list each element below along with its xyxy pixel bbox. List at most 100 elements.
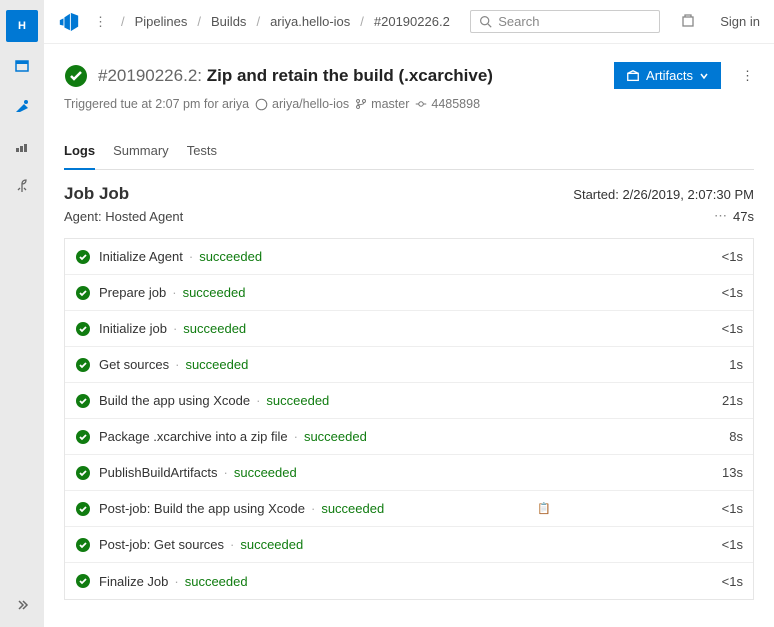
step-status: succeeded <box>321 501 384 516</box>
search-icon <box>479 15 492 28</box>
step-row[interactable]: Build the app using Xcode·succeeded21s <box>65 383 753 419</box>
sidebar-project-avatar[interactable]: H <box>6 10 38 42</box>
build-name: Zip and retain the build (.xcarchive) <box>207 66 493 85</box>
artifacts-button[interactable]: Artifacts <box>614 62 721 89</box>
step-duration: <1s <box>722 321 743 336</box>
step-name: Get sources <box>99 357 169 372</box>
step-row[interactable]: Post-job: Build the app using Xcode·succ… <box>65 491 753 527</box>
breadcrumb-item[interactable]: Pipelines <box>135 14 188 29</box>
build-number: #20190226.2: <box>98 66 202 85</box>
github-icon <box>255 98 268 111</box>
chevron-down-icon <box>699 71 709 81</box>
build-title-bar: #20190226.2: Zip and retain the build (.… <box>64 62 754 89</box>
marketplace-icon[interactable] <box>676 8 700 35</box>
step-row[interactable]: Initialize Agent·succeeded<1s <box>65 239 753 275</box>
sidebar-overview-icon[interactable] <box>6 50 38 82</box>
step-name: Package .xcarchive into a zip file <box>99 429 288 444</box>
step-name: Initialize Agent <box>99 249 183 264</box>
step-name: PublishBuildArtifacts <box>99 465 218 480</box>
artifacts-label: Artifacts <box>646 68 693 83</box>
step-row[interactable]: Finalize Job·succeeded<1s <box>65 563 753 599</box>
step-row[interactable]: PublishBuildArtifacts·succeeded13s <box>65 455 753 491</box>
triggered-text: Triggered tue at 2:07 pm for ariya <box>64 97 249 111</box>
tab-tests[interactable]: Tests <box>187 137 217 169</box>
status-success-icon <box>64 64 88 88</box>
step-status: succeeded <box>240 537 303 552</box>
step-success-icon <box>75 249 91 265</box>
sidebar-collapse-icon[interactable] <box>6 589 38 621</box>
step-row[interactable]: Initialize job·succeeded<1s <box>65 311 753 347</box>
sidebar: H <box>0 0 44 627</box>
step-duration: <1s <box>722 285 743 300</box>
step-row[interactable]: Get sources·succeeded1s <box>65 347 753 383</box>
signin-link[interactable]: Sign in <box>720 14 760 29</box>
breadcrumb-sep: / <box>121 14 125 29</box>
topbar: ⋮ / Pipelines / Builds / ariya.hello-ios… <box>44 0 774 44</box>
step-success-icon <box>75 501 91 517</box>
step-name: Prepare job <box>99 285 166 300</box>
tabs: Logs Summary Tests <box>64 137 754 170</box>
step-duration: 21s <box>722 393 743 408</box>
step-row[interactable]: Post-job: Get sources·succeeded<1s <box>65 527 753 563</box>
step-attachment-icon[interactable]: 📋 <box>537 502 551 515</box>
step-status: succeeded <box>234 465 297 480</box>
azure-devops-logo <box>58 11 80 33</box>
search-input[interactable]: Search <box>470 10 660 33</box>
steps-list: Initialize Agent·succeeded<1sPrepare job… <box>64 238 754 600</box>
commit-hash[interactable]: 4485898 <box>431 97 480 111</box>
breadcrumb-overflow-icon[interactable]: ⋮ <box>90 14 111 30</box>
job-started: Started: 2/26/2019, 2:07:30 PM <box>573 187 754 202</box>
step-status: succeeded <box>183 321 246 336</box>
step-success-icon <box>75 429 91 445</box>
build-subtitle: Triggered tue at 2:07 pm for ariya ariya… <box>64 97 754 111</box>
tab-summary[interactable]: Summary <box>113 137 169 169</box>
breadcrumb-item[interactable]: ariya.hello-ios <box>270 14 350 29</box>
step-duration: <1s <box>722 249 743 264</box>
step-duration: <1s <box>722 501 743 516</box>
breadcrumb-item[interactable]: #20190226.2 <box>374 14 450 29</box>
branch-icon <box>355 98 367 110</box>
step-success-icon <box>75 285 91 301</box>
repo-link[interactable]: ariya/hello-ios <box>272 97 349 111</box>
step-status: succeeded <box>185 357 248 372</box>
branch-name[interactable]: master <box>371 97 409 111</box>
step-status: succeeded <box>304 429 367 444</box>
more-actions-icon[interactable]: ⋮ <box>741 68 754 84</box>
sidebar-pipelines-icon[interactable] <box>6 90 38 122</box>
breadcrumb-sep: / <box>256 14 260 29</box>
more-icon[interactable]: ⋯ <box>714 208 727 224</box>
breadcrumb-item[interactable]: Builds <box>211 14 246 29</box>
step-success-icon <box>75 573 91 589</box>
step-name: Initialize job <box>99 321 167 336</box>
step-status: succeeded <box>266 393 329 408</box>
step-duration: <1s <box>722 574 743 589</box>
step-row[interactable]: Package .xcarchive into a zip file·succe… <box>65 419 753 455</box>
step-success-icon <box>75 321 91 337</box>
step-success-icon <box>75 393 91 409</box>
main: ⋮ / Pipelines / Builds / ariya.hello-ios… <box>44 0 774 627</box>
step-name: Build the app using Xcode <box>99 393 250 408</box>
step-name: Post-job: Get sources <box>99 537 224 552</box>
step-status: succeeded <box>185 574 248 589</box>
step-name: Finalize Job <box>99 574 168 589</box>
sidebar-builds-icon[interactable] <box>6 130 38 162</box>
commit-icon <box>415 98 427 110</box>
breadcrumb-sep: / <box>197 14 201 29</box>
step-duration: 13s <box>722 465 743 480</box>
sidebar-releases-icon[interactable] <box>6 170 38 202</box>
artifacts-icon <box>626 69 640 83</box>
content: #20190226.2: Zip and retain the build (.… <box>44 44 774 620</box>
step-success-icon <box>75 357 91 373</box>
job-header: Job Job Started: 2/26/2019, 2:07:30 PM <box>64 184 754 204</box>
app-root: H ⋮ / Pipelines / Builds / ariya.hello-i… <box>0 0 774 627</box>
step-duration: 8s <box>729 429 743 444</box>
step-duration: <1s <box>722 537 743 552</box>
tab-logs[interactable]: Logs <box>64 137 95 170</box>
step-name: Post-job: Build the app using Xcode <box>99 501 305 516</box>
breadcrumb-sep: / <box>360 14 364 29</box>
job-duration: 47s <box>733 209 754 224</box>
step-status: succeeded <box>199 249 262 264</box>
step-duration: 1s <box>729 357 743 372</box>
step-row[interactable]: Prepare job·succeeded<1s <box>65 275 753 311</box>
search-placeholder: Search <box>498 14 539 29</box>
